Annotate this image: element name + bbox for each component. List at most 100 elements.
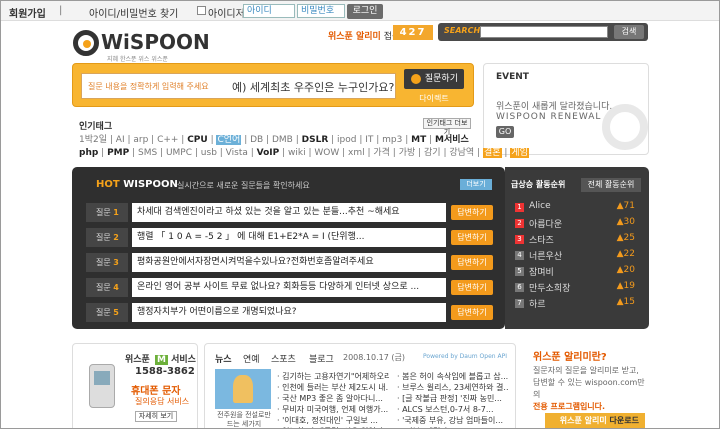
rank-user-name[interactable]: 잠며비	[529, 265, 554, 278]
rank-item[interactable]: 3 스타즈 ▲25	[515, 233, 635, 247]
news-item[interactable]: · 무비자 미국여행, 언제 여행가...	[277, 404, 389, 415]
m-service-ad[interactable]: 위스푼 M 서비스 1588-3862 휴대폰 문자 질의응답 서비스 자세히 …	[72, 343, 198, 428]
tag-link[interactable]: WOW	[314, 148, 339, 158]
news-item[interactable]: · 김기하는 고용자연기"어제하오리까'...	[277, 371, 389, 382]
tag-link[interactable]: C++	[157, 135, 178, 145]
hot-question-link[interactable]: 행렬 「 1 0 A = -5 2 」 에 대해 E1+E2*A = I (단위…	[132, 228, 446, 247]
rank-change: ▲30	[616, 217, 635, 227]
tab-entertainment[interactable]: 연예	[243, 352, 260, 365]
rank-item[interactable]: 5 잠며비 ▲20	[515, 265, 635, 279]
rank-user-name[interactable]: 하르	[529, 297, 546, 310]
tag-link[interactable]: 게임	[510, 148, 529, 158]
hot-question-row: 질문 2 행렬 「 1 0 A = -5 2 」 에 대해 E1+E2*A = I…	[86, 228, 493, 247]
rank-user-name[interactable]: 만두소희장	[529, 281, 570, 294]
rank-user-name[interactable]: 아름다운	[529, 217, 562, 230]
news-item[interactable]: · ALCS 보스턴,0-7서 8-7...	[397, 404, 509, 415]
search-input[interactable]	[480, 26, 608, 38]
tag-link[interactable]: M서비스	[435, 135, 469, 145]
ad-more-button[interactable]: 자세히 보기	[135, 411, 177, 422]
signup-link[interactable]: 회원가입	[9, 5, 46, 20]
news-item[interactable]: · 봄은 허이 속삭임에 블롭고 삽...	[397, 371, 509, 382]
hot-more-button[interactable]: 더보기	[460, 179, 492, 190]
tag-link[interactable]: 가방	[399, 148, 416, 158]
rank-item[interactable]: 6 만두소희장 ▲19	[515, 281, 635, 295]
tag-link[interactable]: PMP	[107, 148, 129, 158]
hot-question-link[interactable]: 행정자치부가 어떤이름으로 개명되었나요?	[132, 303, 446, 322]
direct-link[interactable]: 다이렉트	[404, 93, 464, 104]
tag-link[interactable]: 1박2일	[79, 135, 107, 145]
tag-link[interactable]: usb	[201, 148, 217, 158]
tags-line-1: 1박2일 | AI | arp | C++ | CPU | C언어 | DB |…	[79, 135, 469, 145]
tag-link[interactable]: xml	[348, 148, 365, 158]
news-item[interactable]: · 국산 MP3 좋은 좀 알아다니...	[277, 393, 389, 404]
ad-title: 위스푼 M 서비스	[125, 355, 196, 365]
news-item[interactable]: · '이대호, 정진대인' 구일보 ...	[277, 415, 389, 426]
answer-button[interactable]: 답변하기	[451, 255, 493, 270]
tag-link[interactable]: DB	[250, 135, 263, 145]
login-button[interactable]: 로그인	[347, 4, 383, 19]
event-go-button[interactable]: GO	[496, 126, 514, 138]
hot-question-number: 질문 2	[86, 228, 128, 247]
answer-button[interactable]: 답변하기	[451, 230, 493, 245]
news-item[interactable]: · [글 작볼급 판정] '진짜 농민...	[397, 393, 509, 404]
tab-rising-rank[interactable]: 급상승 활동순위	[511, 179, 565, 190]
tag-link[interactable]: UMPC	[166, 148, 192, 158]
news-item[interactable]: · 인천에 들러는 부산 제2도시 내...	[277, 382, 389, 393]
tab-blog[interactable]: 블로그	[309, 352, 334, 365]
tag-link[interactable]: ipod	[337, 135, 356, 145]
tags-line-2: php | PMP | SMS | UMPC | usb | Vista | V…	[79, 148, 529, 158]
rank-user-name[interactable]: Alice	[529, 201, 551, 211]
alimi-download-button[interactable]: 위스푼 알리미 다운로드	[545, 413, 645, 428]
news-item[interactable]: · 브루스 윌리스, 23세연하와 결...	[397, 382, 509, 393]
tab-total-rank[interactable]: 전체 활동순위	[581, 178, 641, 192]
tag-link[interactable]: SMS	[138, 148, 157, 158]
tag-link[interactable]: IT	[365, 135, 373, 145]
tag-link[interactable]: DMB	[272, 135, 293, 145]
hot-question-link[interactable]: 평화공원안에서자장면시켜먹을수있나요?전화번호좀알려주세요	[132, 253, 446, 272]
tag-link[interactable]: DSLR	[302, 135, 329, 145]
find-account-link[interactable]: 아이디/비밀번호 찾기	[89, 5, 178, 20]
tag-link[interactable]: 감기	[424, 148, 441, 158]
tag-link[interactable]: C언어	[216, 135, 242, 145]
hot-wispoon-panel: HOT WISPOON 실시간으로 새로운 질문들을 확인하세요 더보기 질문 …	[72, 167, 505, 329]
rank-number: 2	[515, 219, 524, 228]
rank-user-name[interactable]: 너른우산	[529, 249, 562, 262]
tag-link[interactable]: CPU	[187, 135, 208, 145]
hot-question-link[interactable]: 차세대 검색엔진이라고 하셨 있는 것을 알고 있는 분들...추천 ~해세요	[132, 203, 446, 222]
ad-text1: 휴대폰 문자	[131, 386, 181, 397]
more-tags-button[interactable]: 인기태그 더보기	[423, 118, 471, 136]
tag-link[interactable]: MT	[411, 135, 426, 145]
answer-button[interactable]: 답변하기	[451, 205, 493, 220]
ask-button[interactable]: 질문하기	[404, 69, 464, 89]
wispoon-logo[interactable]: WiSPOON 지혜 한스푼 위스 위스푼	[73, 28, 210, 63]
rank-item[interactable]: 1 Alice ▲71	[515, 201, 635, 215]
rank-item[interactable]: 7 하르 ▲15	[515, 297, 635, 311]
answer-button[interactable]: 답변하기	[451, 280, 493, 295]
password-input[interactable]: 비밀번호	[297, 4, 345, 18]
rank-user-name[interactable]: 스타즈	[529, 233, 554, 246]
question-input[interactable]: 질문 내용을 정확하게 입력해 주세요 예) 세계최초 우주인은 누구인가요?	[81, 73, 396, 99]
rank-number: 4	[515, 251, 524, 260]
tag-link[interactable]: 강남역	[449, 148, 474, 158]
rank-item[interactable]: 2 아름다운 ▲30	[515, 217, 635, 231]
tag-link[interactable]: arp	[133, 135, 148, 145]
hot-question-link[interactable]: 온라인 영어 공부 사이트 무료 없나요? 회화등등 다양하게 인터넷 상으로 …	[132, 278, 446, 297]
tag-link[interactable]: wiki	[288, 148, 306, 158]
answer-button[interactable]: 답변하기	[451, 305, 493, 320]
tab-sports[interactable]: 스포츠	[271, 352, 296, 365]
tag-link[interactable]: 가격	[373, 148, 390, 158]
search-button[interactable]: 검색	[614, 25, 644, 39]
news-photo-caption[interactable]: 전주원을 전설로만 드는 세가지	[213, 411, 275, 428]
tag-link[interactable]: 결혼	[482, 148, 502, 158]
tag-link[interactable]: VoIP	[257, 148, 280, 158]
save-id-checkbox[interactable]	[197, 6, 206, 15]
news-photo[interactable]	[215, 369, 271, 409]
tag-link[interactable]: mp3	[382, 135, 402, 145]
tag-link[interactable]: Vista	[226, 148, 248, 158]
rank-item[interactable]: 4 너른우산 ▲22	[515, 249, 635, 263]
tag-link[interactable]: AI	[116, 135, 125, 145]
tag-link[interactable]: php	[79, 148, 98, 158]
tab-news[interactable]: 뉴스	[215, 352, 232, 365]
news-item[interactable]: · '국제중 부유, 강남 엄마들이...	[397, 415, 509, 426]
id-input[interactable]: 아이디	[243, 4, 295, 18]
